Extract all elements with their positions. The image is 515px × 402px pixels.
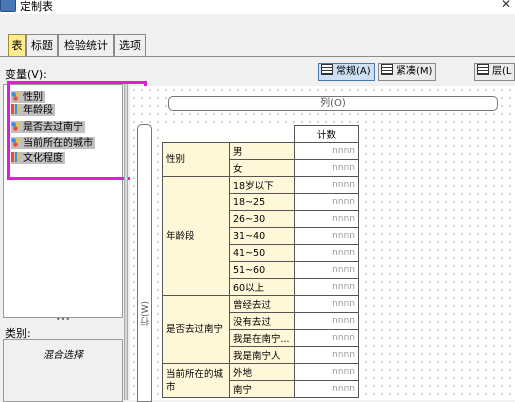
column-header-count[interactable]: 计数 <box>294 125 359 143</box>
count-cell: nnnn <box>294 210 359 228</box>
close-icon[interactable]: ✕ <box>501 0 511 11</box>
table-row: 是否去过南宁 曾经去过 nnnn <box>162 295 359 364</box>
compact-view-button[interactable]: 紧凑(M) <box>378 63 437 81</box>
count-cell: nnnn <box>294 176 359 194</box>
row-variable-cell[interactable]: 当前所在的城市 <box>162 363 230 398</box>
row-category-cell[interactable]: 男 <box>229 142 295 160</box>
row-category-cell[interactable]: 18岁以下 <box>229 176 295 194</box>
count-cell: nnnn <box>294 227 359 245</box>
tab-options[interactable]: 选项 <box>114 34 146 56</box>
table-row: 年龄段 18岁以下 nnnn <box>162 176 359 296</box>
normal-view-button[interactable]: 常规(A) <box>318 63 375 81</box>
normal-view-label: 常规(A) <box>336 66 371 77</box>
categories-panel: 混合选择 <box>3 339 123 402</box>
count-cell: nnnn <box>294 295 359 313</box>
title-bar: 定制表 ✕ <box>0 0 515 14</box>
window-title: 定制表 <box>20 0 53 13</box>
table-preview: 计数 性别男 nnnn 女 nnnn 年龄段 18岁以下 nnnn 18~25 nnnn 26~30… <box>162 125 359 398</box>
table-row: 性别男 nnnn <box>162 142 359 177</box>
layers-icon <box>477 64 489 75</box>
count-cell: nnnn <box>294 261 359 279</box>
table-row: 当前所在的城市 外地 nnnn <box>162 363 359 398</box>
compact-view-label: 紧凑(M) <box>396 66 433 77</box>
header-corner <box>162 125 295 143</box>
row-category-cell[interactable]: 外地 <box>229 363 295 381</box>
tab-titles[interactable]: 标题 <box>26 34 58 56</box>
count-cell: nnnn <box>294 142 359 160</box>
tab-table[interactable]: 表 <box>8 34 26 56</box>
count-cell: nnnn <box>294 193 359 211</box>
count-cell: nnnn <box>294 278 359 296</box>
row-category-cell[interactable]: 曾经去过 <box>229 295 295 313</box>
layers-label: 层(L <box>492 66 512 77</box>
row-variable-cell[interactable]: 年龄段 <box>162 176 230 296</box>
count-cell: nnnn <box>294 363 359 381</box>
vertical-splitter[interactable] <box>124 84 128 400</box>
count-cell: nnnn <box>294 380 359 398</box>
count-cell: nnnn <box>294 346 359 364</box>
tab-test-statistics[interactable]: 检验统计 <box>58 34 114 56</box>
row-category-cell[interactable]: 51~60 <box>229 261 295 279</box>
row-category-cell[interactable]: 41~50 <box>229 244 295 262</box>
variables-label: 变量(V): <box>5 68 47 81</box>
column-drop-zone[interactable]: 列(O) <box>168 96 498 111</box>
row-category-cell[interactable]: 我是南宁人 <box>229 346 295 364</box>
tab-divider <box>0 56 515 57</box>
row-category-cell[interactable]: 没有去过 <box>229 312 295 330</box>
splitter-grip[interactable]: ••• <box>3 316 123 324</box>
row-category-cell[interactable]: 60以上 <box>229 278 295 296</box>
count-cell: nnnn <box>294 329 359 347</box>
row-category-cell[interactable]: 31~40 <box>229 227 295 245</box>
row-category-cell[interactable]: 我是在南宁... <box>229 329 295 347</box>
table-header-row: 计数 <box>162 125 359 143</box>
normal-view-icon <box>321 64 333 75</box>
count-cell: nnnn <box>294 244 359 262</box>
app-icon <box>0 0 16 12</box>
row-drop-zone[interactable]: 行(W) <box>137 124 152 402</box>
row-category-cell[interactable]: 26~30 <box>229 210 295 228</box>
row-category-cell[interactable]: 18~25 <box>229 193 295 211</box>
count-cell: nnnn <box>294 312 359 330</box>
row-drop-label: 行(W) <box>141 301 151 326</box>
compact-view-icon <box>381 64 393 75</box>
row-category-cell[interactable]: 女 <box>229 159 295 177</box>
layers-button[interactable]: 层(L <box>474 63 515 81</box>
count-cell: nnnn <box>294 159 359 177</box>
row-variable-cell[interactable]: 性别 <box>162 142 230 177</box>
categories-value: 混合选择 <box>43 350 83 361</box>
row-variable-cell[interactable]: 是否去过南宁 <box>162 295 230 364</box>
row-category-cell[interactable]: 南宁 <box>229 380 295 398</box>
